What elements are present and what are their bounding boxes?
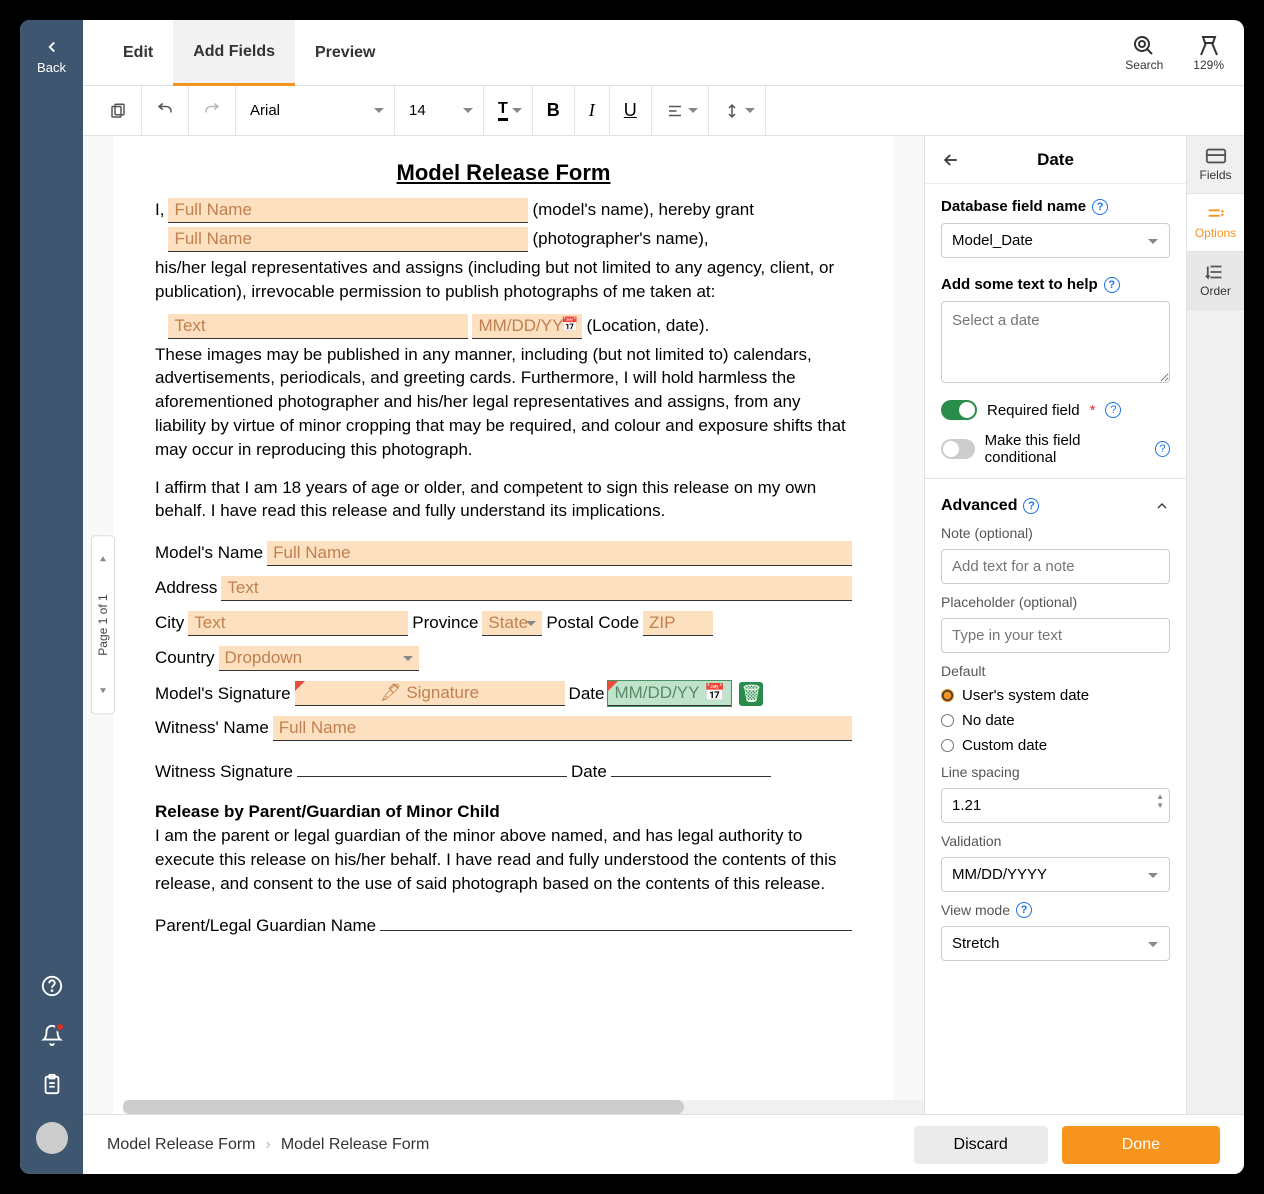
info-icon[interactable]: ?	[1016, 902, 1032, 918]
search-button[interactable]: Search	[1125, 34, 1163, 72]
view-mode-select[interactable]: Stretch	[941, 926, 1170, 961]
placeholder-input[interactable]	[941, 618, 1170, 653]
help-label: Add some text to help?	[941, 276, 1170, 293]
align-button[interactable]	[652, 86, 709, 136]
font-select[interactable]: Arial	[235, 86, 395, 136]
fields-icon	[1205, 147, 1227, 165]
info-icon[interactable]: ?	[1155, 441, 1170, 457]
witness-date-line	[611, 759, 771, 777]
field-location-text[interactable]: Text	[168, 314, 468, 339]
witness-sig-line	[297, 759, 567, 777]
required-toggle[interactable]	[941, 400, 977, 420]
field-country[interactable]: Dropdown	[219, 646, 419, 671]
field-date-1[interactable]: MM/DD/YY	[472, 314, 582, 339]
radio-no-date[interactable]: No date	[941, 712, 1170, 729]
advanced-toggle[interactable]: Advanced ?	[941, 487, 1170, 525]
crumb-1[interactable]: Model Release Form	[107, 1136, 256, 1154]
line-spacing-input[interactable]	[941, 788, 1170, 823]
pages-icon[interactable]	[95, 86, 142, 136]
order-icon	[1205, 263, 1227, 281]
field-signature[interactable]: 🖋 Signature	[295, 681, 565, 706]
validation-select[interactable]: MM/DD/YYYY	[941, 857, 1170, 892]
panel-back-icon[interactable]	[941, 150, 961, 170]
doc-title: Model Release Form	[155, 160, 852, 186]
info-icon[interactable]: ?	[1092, 199, 1108, 215]
field-city[interactable]: Text	[188, 611, 408, 636]
vertical-align-button[interactable]	[709, 86, 766, 136]
italic-button[interactable]: I	[575, 86, 610, 136]
field-full-name-2[interactable]: Full Name	[168, 227, 528, 252]
help-icon[interactable]	[41, 975, 63, 1002]
chevron-up-icon	[1154, 498, 1170, 514]
zoom-button[interactable]: 129%	[1193, 34, 1224, 72]
document: Model Release Form I, Full Name (model's…	[113, 136, 894, 1114]
field-witness-name[interactable]: Full Name	[273, 716, 852, 741]
radio-custom-date[interactable]: Custom date	[941, 737, 1170, 754]
discard-button[interactable]: Discard	[914, 1126, 1048, 1164]
chevron-right-icon: ›	[266, 1136, 271, 1154]
radio-system-date[interactable]: User's system date	[941, 687, 1170, 704]
redo-button[interactable]	[189, 86, 235, 136]
right-tab-options[interactable]: Options	[1187, 194, 1244, 252]
field-full-name-1[interactable]: Full Name	[168, 198, 528, 223]
crumb-2[interactable]: Model Release Form	[281, 1136, 430, 1154]
text-color-button[interactable]: T	[484, 86, 533, 136]
info-icon[interactable]: ?	[1104, 277, 1120, 293]
note-input[interactable]	[941, 549, 1170, 584]
horizontal-scrollbar[interactable]	[123, 1100, 924, 1114]
breadcrumb: Model Release Form › Model Release Form	[107, 1136, 429, 1154]
delete-field-button[interactable]: 🗑	[739, 682, 763, 706]
info-icon[interactable]: ?	[1023, 498, 1039, 514]
done-button[interactable]: Done	[1062, 1126, 1220, 1164]
field-model-name[interactable]: Full Name	[267, 541, 852, 566]
db-field-select[interactable]: Model_Date	[941, 223, 1170, 258]
zoom-icon	[1197, 34, 1221, 58]
field-address[interactable]: Text	[221, 576, 852, 601]
db-field-label: Database field name?	[941, 198, 1170, 215]
bell-icon[interactable]	[41, 1024, 63, 1051]
help-textarea[interactable]	[941, 301, 1170, 383]
undo-button[interactable]	[142, 86, 189, 136]
back-button[interactable]: Back	[37, 38, 66, 75]
clipboard-icon[interactable]	[41, 1073, 63, 1100]
right-tab-order[interactable]: Order	[1187, 252, 1244, 310]
back-label: Back	[37, 60, 66, 75]
info-icon[interactable]: ?	[1105, 402, 1121, 418]
conditional-toggle[interactable]	[941, 439, 975, 459]
tab-add-fields[interactable]: Add Fields	[173, 20, 295, 86]
field-zip[interactable]: ZIP	[643, 611, 713, 636]
options-icon	[1205, 205, 1227, 223]
bold-button[interactable]: B	[533, 86, 575, 136]
field-date-selected[interactable]: MM/DD/YY 📅	[608, 681, 731, 706]
spinner-buttons[interactable]: ▲▼	[1156, 792, 1164, 810]
panel-title: Date	[1037, 150, 1074, 170]
page-indicator[interactable]: Page 1 of 1	[91, 535, 115, 714]
avatar[interactable]	[36, 1122, 68, 1154]
field-state[interactable]: State	[482, 611, 542, 636]
search-icon	[1132, 34, 1156, 58]
underline-button[interactable]: U	[610, 86, 652, 136]
release-header: Release by Parent/Guardian of Minor Chil…	[155, 800, 852, 824]
size-select[interactable]: 14	[395, 86, 484, 136]
tab-edit[interactable]: Edit	[103, 20, 173, 86]
right-tab-fields[interactable]: Fields	[1187, 136, 1244, 194]
tab-preview[interactable]: Preview	[295, 20, 395, 86]
